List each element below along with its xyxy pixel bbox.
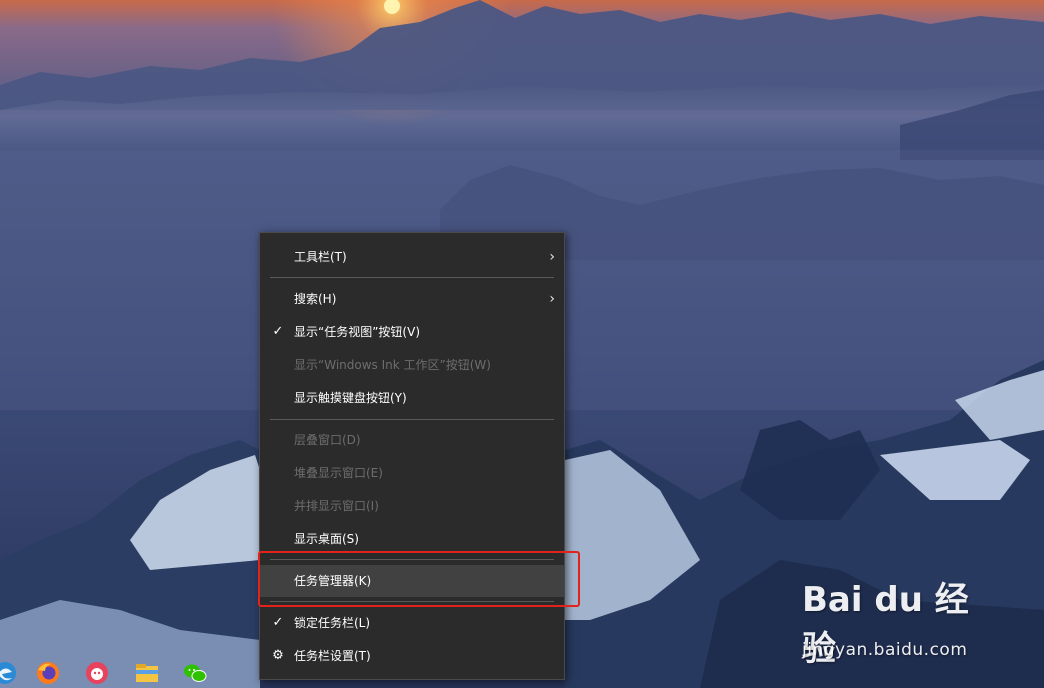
checkmark-icon: ✓ (272, 324, 284, 339)
menu-item-show-task-view-button[interactable]: ✓ 显示“任务视图”按钮(V) (260, 316, 564, 348)
baidu-jingyan-watermark: Bai du 经验 jingyan.baidu.com (802, 572, 1002, 669)
menu-item-label: 堆叠显示窗口(E) (294, 466, 383, 480)
checkmark-icon: ✓ (272, 615, 284, 630)
gear-icon: ⚙ (272, 648, 284, 663)
menu-item-show-touch-keyboard-button[interactable]: 显示触摸键盘按钮(Y) (260, 382, 564, 414)
app-icon[interactable] (84, 660, 110, 686)
menu-item-label: 显示“Windows Ink 工作区”按钮(W) (294, 358, 491, 372)
menu-item-label: 锁定任务栏(L) (294, 616, 371, 630)
annotation-highlight-box (258, 551, 580, 607)
chevron-right-icon: › (549, 291, 555, 307)
menu-item-label: 显示触摸键盘按钮(Y) (294, 391, 407, 405)
menu-item-stack-windows: 堆叠显示窗口(E) (260, 457, 564, 489)
menu-item-label: 层叠窗口(D) (294, 433, 361, 447)
menu-item-show-windows-ink-button: 显示“Windows Ink 工作区”按钮(W) (260, 349, 564, 381)
menu-item-search[interactable]: 搜索(H) › (260, 283, 564, 315)
firefox-icon[interactable] (35, 660, 61, 686)
taskbar-context-menu: 工具栏(T) › 搜索(H) › ✓ 显示“任务视图”按钮(V) 显示“Wind… (259, 232, 565, 680)
menu-item-lock-taskbar[interactable]: ✓ 锁定任务栏(L) (260, 607, 564, 639)
menu-item-toolbars[interactable]: 工具栏(T) › (260, 241, 564, 273)
edge-icon[interactable] (0, 660, 18, 686)
menu-item-cascade-windows: 层叠窗口(D) (260, 424, 564, 456)
menu-item-side-by-side-windows: 并排显示窗口(I) (260, 490, 564, 522)
menu-item-label: 工具栏(T) (294, 250, 347, 264)
menu-item-label: 搜索(H) (294, 292, 337, 306)
menu-item-label: 任务栏设置(T) (294, 649, 371, 663)
menu-separator (270, 277, 554, 278)
menu-separator (270, 419, 554, 420)
chevron-right-icon: › (549, 249, 555, 265)
file-explorer-icon[interactable] (134, 660, 160, 686)
watermark-url: jingyan.baidu.com (802, 640, 968, 660)
menu-item-taskbar-settings[interactable]: ⚙ 任务栏设置(T) (260, 640, 564, 672)
wechat-icon[interactable] (182, 660, 208, 686)
menu-item-label: 显示“任务视图”按钮(V) (294, 325, 421, 339)
menu-item-label: 并排显示窗口(I) (294, 499, 379, 513)
